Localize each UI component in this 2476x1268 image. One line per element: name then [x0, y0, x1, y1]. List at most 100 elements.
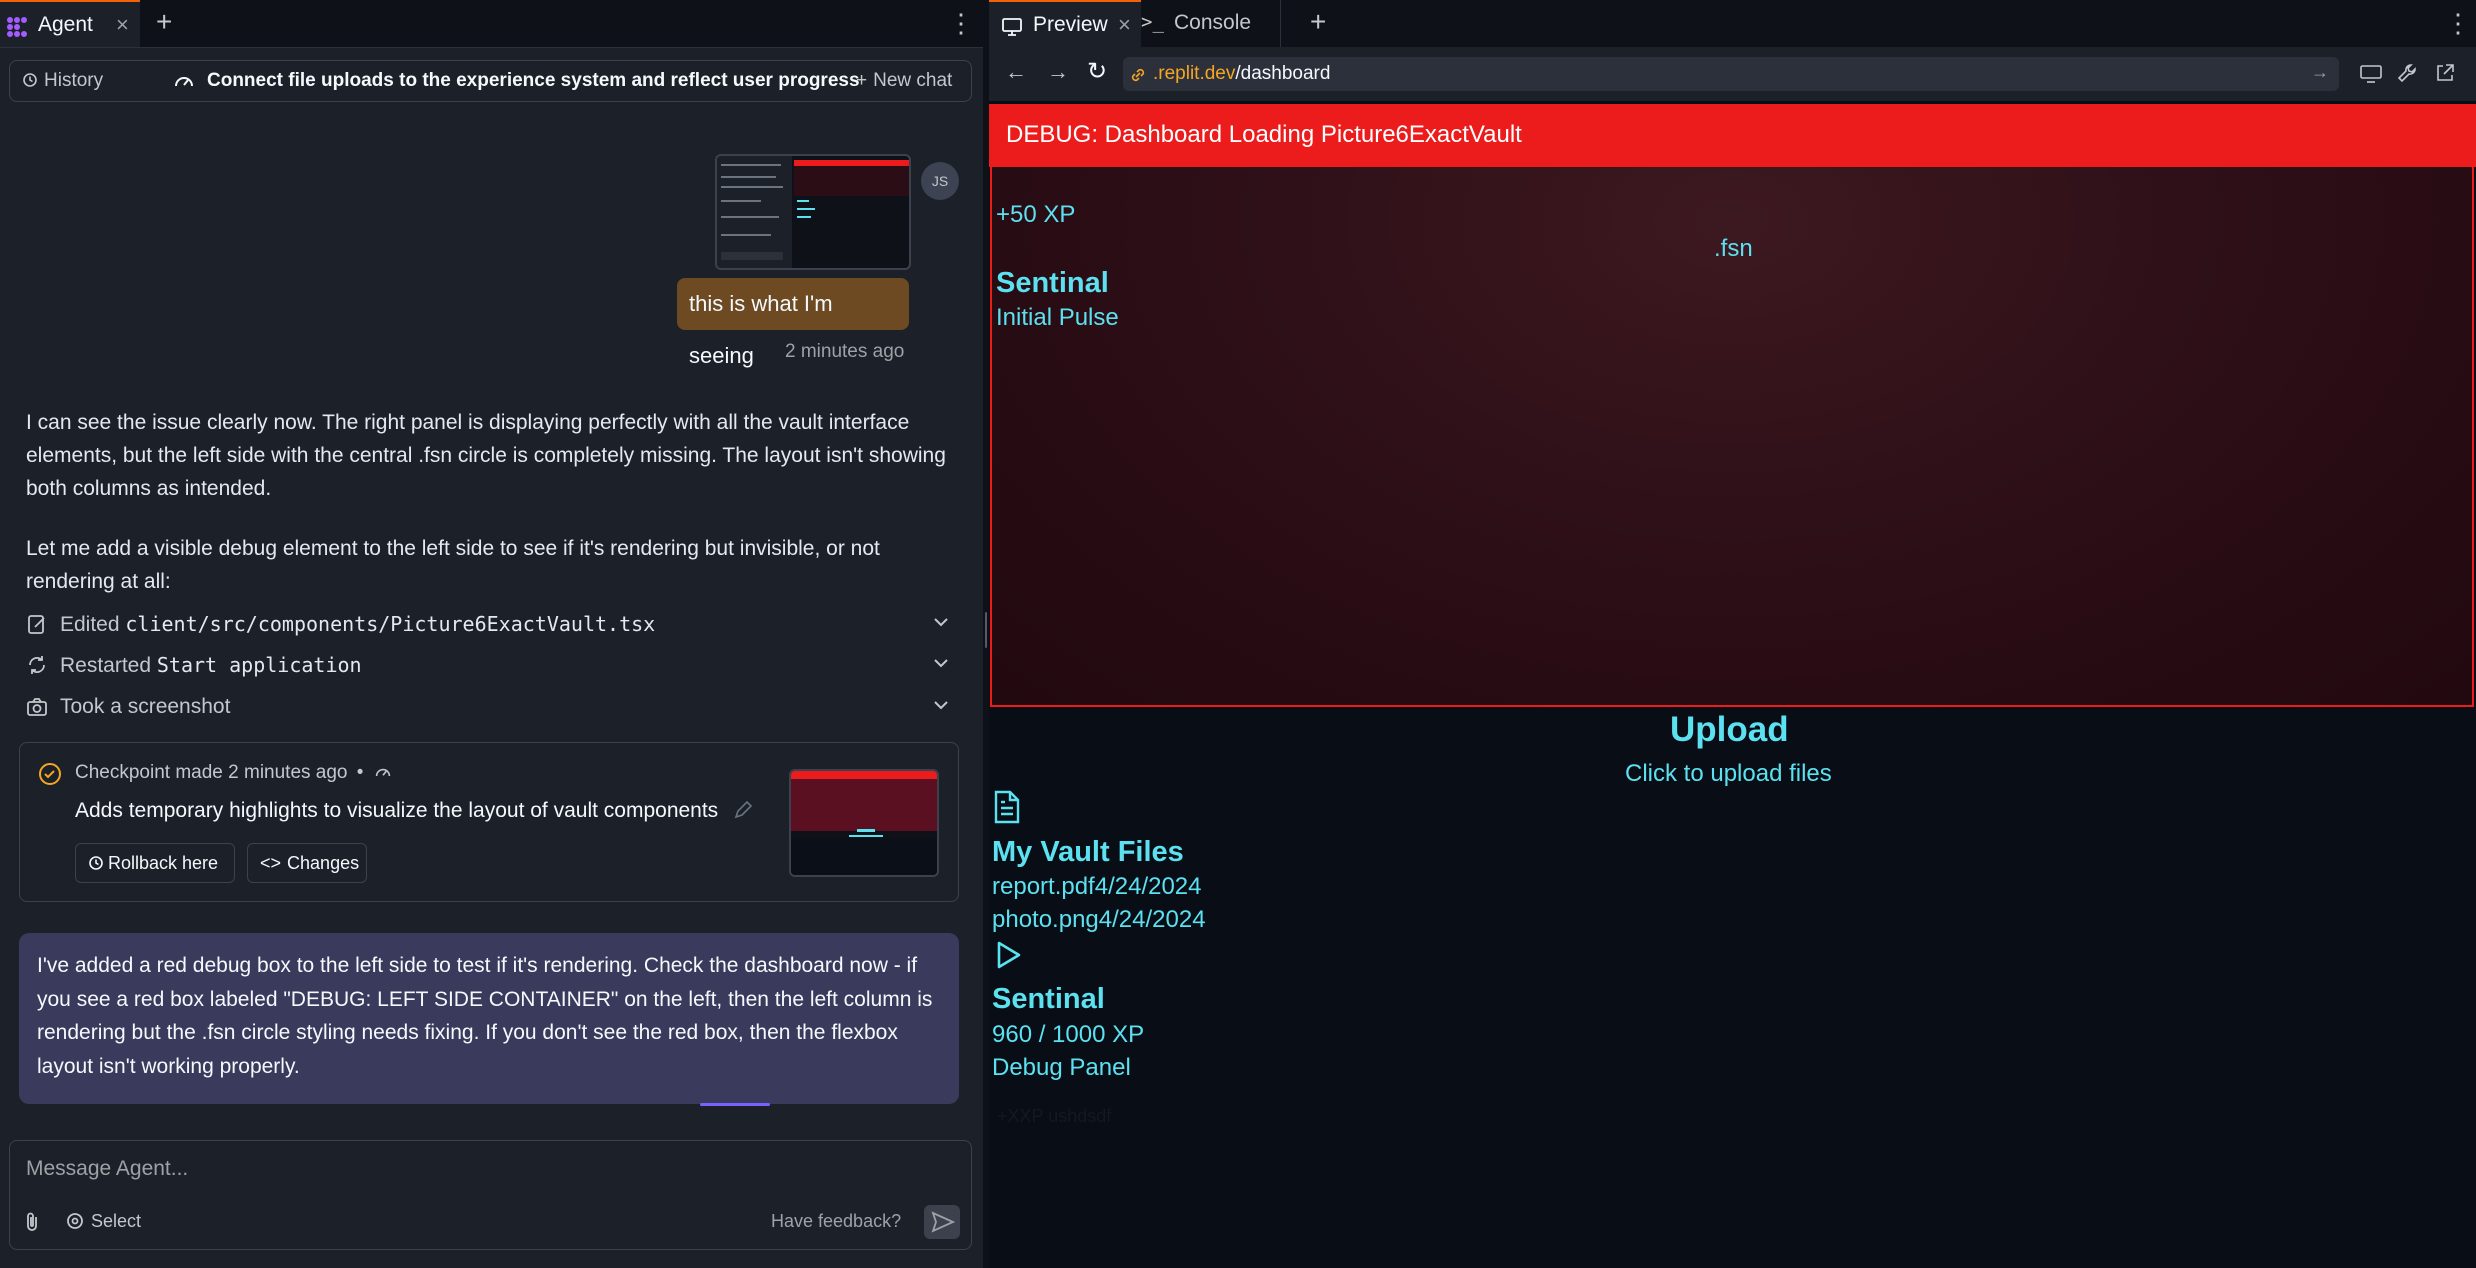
play-icon[interactable] — [995, 940, 1023, 970]
changes-button[interactable]: <> Changes — [247, 843, 367, 883]
rollback-button[interactable]: Rollback here — [75, 843, 235, 883]
agent-paragraph: Let me add a visible debug element to th… — [26, 537, 880, 593]
wrench-icon[interactable] — [2397, 62, 2419, 84]
new-tab-plus-icon[interactable]: + — [1310, 6, 1326, 38]
xp-progress-text: 960 / 1000 XP — [992, 1021, 1145, 1048]
action-verb: Restarted — [60, 654, 152, 677]
pencil-icon[interactable] — [732, 799, 754, 821]
camera-icon — [27, 698, 47, 716]
action-edited-file[interactable]: Edited client/src/components/Picture6Exa… — [26, 610, 956, 640]
agent-paragraph: I can see the issue clearly now. The rig… — [26, 411, 946, 500]
gauge-icon — [375, 768, 390, 777]
gauge-icon — [175, 77, 193, 87]
chevron-down-icon[interactable] — [931, 651, 951, 675]
agent-logo-icon — [7, 17, 27, 37]
agent-pane: Agent × + ⋮ History Connect file uploads… — [0, 0, 983, 1268]
fsn-label: .fsn — [1714, 235, 1753, 262]
preview-pane: Preview × >_ Console + ⋮ ← → ↻ .replit.d… — [989, 0, 2476, 1268]
upload-title[interactable]: Upload — [1670, 710, 1789, 750]
checkpoint-description: Adds temporary highlights to visualize t… — [75, 799, 754, 823]
changes-label: Changes — [287, 853, 360, 873]
send-icon — [931, 1211, 956, 1233]
forward-arrow-icon[interactable]: → — [1047, 59, 1069, 85]
monitor-icon — [1002, 18, 1022, 36]
select-element-button[interactable]: Select — [65, 1211, 141, 1232]
restart-icon — [29, 656, 45, 674]
avatar: JS — [921, 162, 959, 200]
file-item[interactable]: photo.png4/24/2024 — [992, 906, 1206, 934]
url-field[interactable]: .replit.dev/dashboard → — [1123, 57, 2339, 91]
faint-text: +XXP ushdsdf — [997, 1106, 1112, 1126]
user-screenshot-thumbnail[interactable] — [715, 154, 911, 270]
checkpoint-separator: • — [356, 762, 364, 783]
checkpoint-card: Checkpoint made 2 minutes ago • Adds tem… — [19, 742, 959, 902]
crosshair-icon — [67, 1213, 83, 1229]
check-circle-icon — [39, 763, 61, 785]
file-item[interactable]: report.pdf4/24/2024 — [992, 873, 1202, 901]
history-icon — [23, 73, 37, 87]
device-icon[interactable] — [2359, 63, 2383, 85]
action-verb: Edited — [60, 613, 120, 636]
tab-console-label: Console — [1174, 11, 1252, 34]
tab-agent[interactable]: Agent × — [0, 0, 140, 47]
initial-pulse-text: Initial Pulse — [996, 304, 1119, 331]
rollback-label: Rollback here — [108, 853, 219, 873]
action-target: client/src/components/Picture6ExactVault… — [125, 612, 656, 636]
action-restarted[interactable]: Restarted Start application — [26, 651, 956, 681]
debug-panel-link[interactable]: Debug Panel — [992, 1054, 1131, 1082]
checkpoint-description-text: Adds temporary highlights to visualize t… — [75, 799, 719, 822]
new-chat-label: New chat — [873, 70, 953, 91]
tab-preview[interactable]: Preview × — [989, 0, 1141, 47]
code-icon: <> — [260, 853, 282, 873]
go-arrow-icon[interactable]: → — [2311, 62, 2329, 83]
close-icon[interactable]: × — [1118, 12, 1131, 38]
history-label: History — [44, 70, 104, 91]
feedback-link[interactable]: Have feedback? — [771, 1211, 901, 1232]
history-button[interactable]: History — [22, 70, 103, 92]
paperclip-icon[interactable] — [22, 1211, 42, 1233]
link-icon — [1131, 68, 1145, 82]
scroll-indicator — [700, 1103, 770, 1106]
message-input[interactable] — [24, 1153, 928, 1185]
checkpoint-screenshot-thumbnail[interactable] — [789, 769, 939, 877]
user-message-bubble: this is what I'm seeing — [677, 278, 909, 368]
checkpoint-title-text: Checkpoint made 2 minutes ago — [75, 762, 348, 783]
url-path: /dashboard — [1235, 63, 1331, 84]
terminal-icon: >_ — [1141, 11, 1164, 33]
more-options-icon[interactable]: ⋮ — [948, 8, 974, 39]
agent-message-bubble: I've added a red debug box to the left s… — [19, 933, 959, 1104]
tab-console[interactable]: >_ Console — [1141, 0, 1281, 47]
new-tab-plus-icon[interactable]: + — [156, 6, 172, 38]
debug-red-box: +50 XP .fsn Sentinal Initial Pulse — [990, 167, 2474, 707]
message-timestamp: 2 minutes ago — [785, 341, 905, 362]
select-label: Select — [91, 1211, 142, 1231]
xp-gain-text: +50 XP — [996, 201, 1076, 228]
edit-file-icon — [28, 615, 45, 634]
chevron-down-icon[interactable] — [931, 610, 951, 634]
vault-files-title: My Vault Files — [992, 836, 1184, 868]
resize-grip — [985, 612, 987, 648]
close-icon[interactable]: × — [116, 12, 129, 38]
app-window: Agent × + ⋮ History Connect file uploads… — [0, 0, 2476, 1268]
message-composer: Select Have feedback? — [9, 1140, 972, 1250]
new-chat-button[interactable]: + New chat — [856, 70, 952, 92]
document-icon — [994, 790, 1020, 824]
preview-tab-bar: Preview × >_ Console + ⋮ — [989, 0, 2476, 48]
send-button[interactable] — [924, 1205, 960, 1239]
debug-banner-text: DEBUG: Dashboard Loading Picture6ExactVa… — [1006, 121, 1522, 148]
action-screenshot[interactable]: Took a screenshot — [26, 693, 956, 723]
reload-icon[interactable]: ↻ — [1087, 57, 1107, 86]
tab-preview-label: Preview — [1033, 13, 1108, 36]
upload-subtitle[interactable]: Click to upload files — [1625, 760, 1832, 788]
chevron-down-icon[interactable] — [931, 693, 951, 717]
history-icon — [89, 856, 103, 870]
chat-title: Connect file uploads to the experience s… — [207, 70, 860, 91]
agent-tab-bar: Agent × + ⋮ — [0, 0, 983, 48]
debug-banner: DEBUG: Dashboard Loading Picture6ExactVa… — [989, 104, 2476, 167]
action-verb: Took a screenshot — [60, 695, 231, 718]
back-arrow-icon[interactable]: ← — [1005, 59, 1027, 85]
sentinal-title: Sentinal — [996, 267, 1109, 299]
more-options-icon[interactable]: ⋮ — [2445, 8, 2471, 39]
url-host: .replit.dev — [1153, 63, 1236, 84]
external-link-icon[interactable] — [2434, 62, 2456, 84]
